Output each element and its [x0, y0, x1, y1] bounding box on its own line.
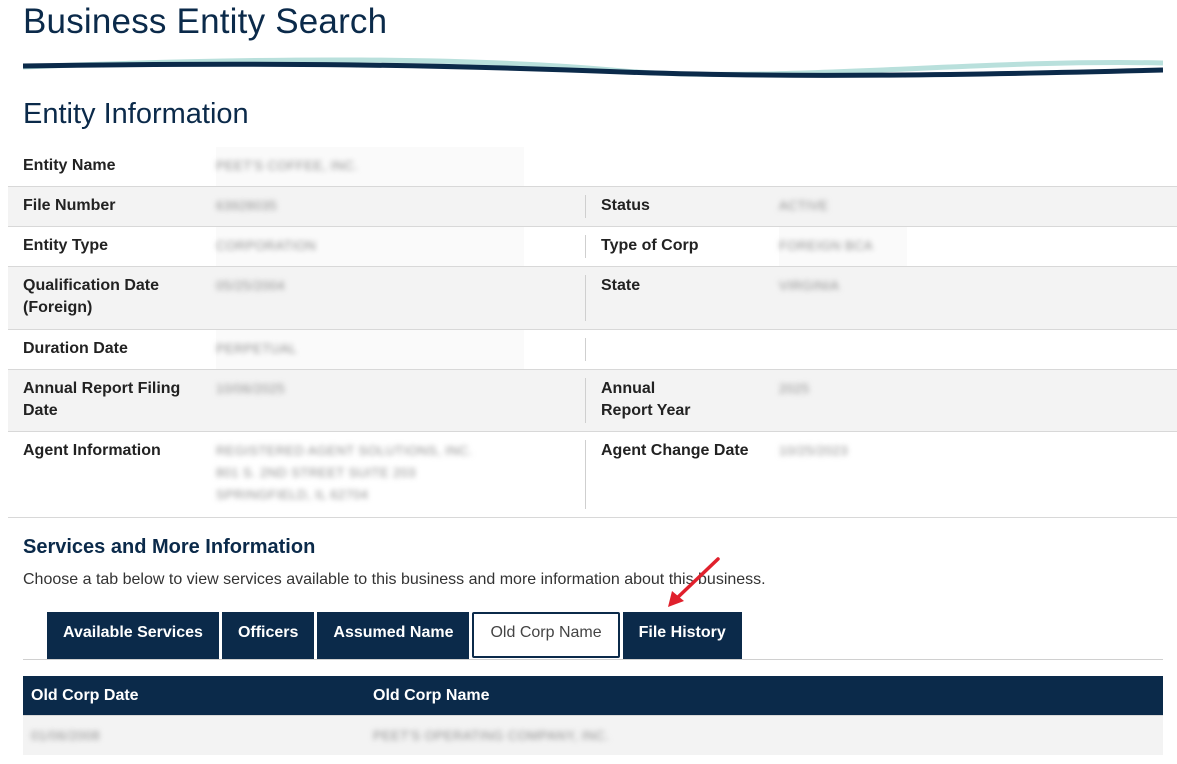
label-agent-change-date: Agent Change Date: [601, 442, 749, 459]
state-value: VIRGINIA: [779, 278, 840, 293]
status-value: ACTIVE: [779, 198, 829, 213]
tab-officers[interactable]: Officers: [221, 612, 315, 660]
tab-assumed-name[interactable]: Assumed Name: [317, 612, 470, 660]
column-divider: [585, 338, 586, 361]
row-agent-info: Agent Information REGISTERED AGENT SOLUT…: [8, 432, 1177, 518]
row-qualification-date: Qualification Date (Foreign) 05/25/2004 …: [8, 267, 1177, 330]
row-annual-report: Annual Report Filing Date 10/06/2025 Ann…: [8, 370, 1177, 432]
value-agent-info: REGISTERED AGENT SOLUTIONS, INC. 801 S. …: [216, 432, 524, 517]
label-status: Status: [601, 197, 650, 214]
old-corp-table-header: Old Corp Date Old Corp Name: [23, 676, 1163, 715]
entity-info-table: Entity Name PEET'S COFFEE, INC. File Num…: [8, 147, 1177, 518]
tab-available-services[interactable]: Available Services: [47, 612, 219, 660]
tab-old-corp-name[interactable]: Old Corp Name: [472, 612, 620, 658]
page-title: Business Entity Search: [23, 2, 388, 41]
label-annual-report-date: Annual Report Filing Date: [23, 380, 181, 419]
row-entity-type: Entity Type CORPORATION Type of Corp FOR…: [8, 227, 1177, 267]
value-duration-date: PERPETUAL: [216, 330, 524, 369]
label-state: State: [601, 277, 641, 294]
agent-line-1: REGISTERED AGENT SOLUTIONS, INC.: [216, 443, 473, 458]
agent-line-3: SPRINGFIELD, IL 62704: [216, 487, 369, 502]
label-entity-type: Entity Type: [23, 237, 109, 254]
tab-file-history[interactable]: File History: [622, 612, 742, 660]
decorative-wave: [23, 57, 1163, 78]
duration-date-value: PERPETUAL: [216, 341, 297, 356]
agent-line-2: 801 S. 2ND STREET SUITE 203: [216, 465, 416, 480]
red-arrow-icon: [668, 557, 720, 607]
value-state: VIRGINIA: [779, 267, 907, 329]
annual-report-year-value: 2025: [779, 381, 810, 396]
header-old-corp-date: Old Corp Date: [31, 686, 139, 704]
value-status: ACTIVE: [779, 187, 907, 226]
old-corp-name-value: PEET'S OPERATING COMPANY, INC.: [373, 727, 610, 743]
annual-report-date-value: 10/06/2025: [216, 381, 286, 396]
label-file-number: File Number: [23, 197, 116, 214]
label-agent-info: Agent Information: [23, 442, 161, 459]
label-entity-name: Entity Name: [23, 157, 116, 174]
value-file-number: 63928035: [216, 187, 524, 226]
header-old-corp-name: Old Corp Name: [373, 686, 490, 704]
old-corp-date-cell: 01/06/2008: [23, 725, 365, 747]
qualification-date-value: 05/25/2004: [216, 278, 286, 293]
value-qualification-date: 05/25/2004: [216, 267, 524, 329]
entity-name-value: PEET'S COFFEE, INC.: [216, 158, 359, 173]
value-annual-report-date: 10/06/2025: [216, 370, 524, 431]
label-type-of-corp: Type of Corp: [601, 237, 699, 254]
label-qualification-date: Qualification Date (Foreign): [23, 277, 160, 316]
type-of-corp-value: FOREIGN BCA: [779, 238, 873, 253]
old-corp-name-cell: PEET'S OPERATING COMPANY, INC.: [365, 725, 609, 747]
label-duration-date: Duration Date: [23, 340, 128, 357]
row-file-number: File Number 63928035 Status ACTIVE: [8, 187, 1177, 227]
entity-info-title: Entity Information: [23, 98, 249, 130]
agent-change-date-value: 10/25/2023: [779, 443, 849, 458]
row-entity-name: Entity Name PEET'S COFFEE, INC.: [8, 147, 1177, 187]
services-tabs: Available Services Officers Assumed Name…: [47, 612, 745, 660]
services-title: Services and More Information: [23, 536, 316, 558]
file-number-value: 63928035: [216, 198, 278, 213]
value-type-of-corp: FOREIGN BCA: [779, 227, 907, 266]
label-annual-report-year: Annual Report Year: [601, 380, 691, 419]
row-duration-date: Duration Date PERPETUAL: [8, 330, 1177, 370]
value-agent-change-date: 10/25/2023: [779, 432, 907, 517]
value-entity-name: PEET'S COFFEE, INC.: [216, 147, 524, 186]
value-annual-report-year: 2025: [779, 370, 907, 431]
value-entity-type: CORPORATION: [216, 227, 524, 266]
services-description: Choose a tab below to view services avai…: [23, 571, 766, 588]
old-corp-table: Old Corp Date Old Corp Name 01/06/2008 P…: [23, 676, 1163, 755]
old-corp-date-value: 01/06/2008: [31, 727, 101, 743]
tab-underline: [23, 659, 1163, 660]
table-row: 01/06/2008 PEET'S OPERATING COMPANY, INC…: [23, 715, 1163, 755]
entity-type-value: CORPORATION: [216, 238, 317, 253]
